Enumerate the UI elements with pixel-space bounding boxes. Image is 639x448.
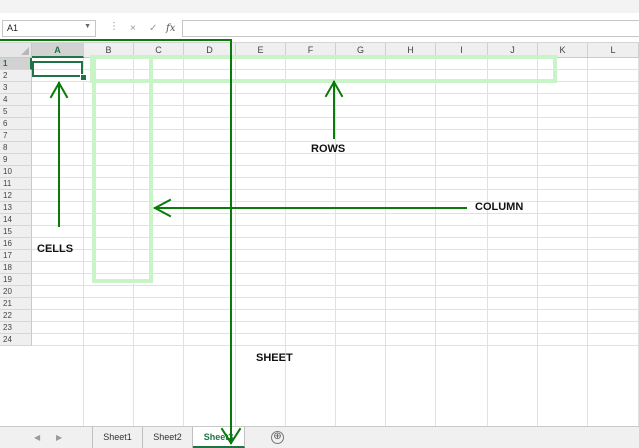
rows-label: ROWS: [311, 143, 346, 155]
sheet-label: SHEET: [256, 352, 293, 364]
annotation-arrows: [0, 39, 467, 445]
column-label: COLUMN: [475, 201, 524, 213]
cells-label: CELLS: [37, 243, 74, 255]
